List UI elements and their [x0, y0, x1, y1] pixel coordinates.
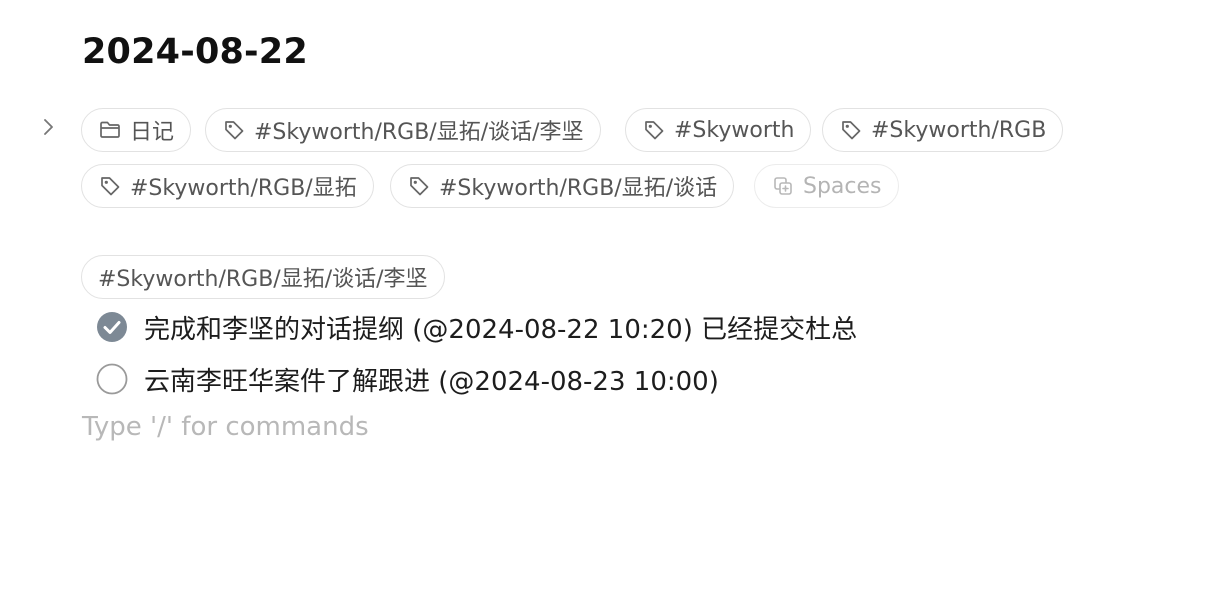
chip-label: #Skyworth/RGB/显拓: [130, 176, 357, 201]
checked-circle-icon: [97, 312, 127, 342]
chip-label: #Skyworth: [674, 117, 795, 143]
chip-tag-skyworth-rgb-xiantuo-talk[interactable]: #Skyworth/RGB/显拓/谈话: [390, 164, 735, 208]
chip-label: Spaces: [803, 173, 882, 199]
expand-properties-toggle[interactable]: [38, 115, 60, 139]
task-text[interactable]: 完成和李坚的对话提纲 (@2024-08-22 10:20) 已经提交杜总: [144, 309, 857, 346]
chip-tag-skyworth[interactable]: #Skyworth: [625, 108, 812, 152]
task-checkbox-checked[interactable]: [96, 311, 128, 343]
task-checkbox-unchecked[interactable]: [96, 363, 128, 395]
chip-label: #Skyworth/RGB: [871, 117, 1047, 143]
tag-icon: [839, 118, 863, 142]
command-input-placeholder[interactable]: Type '/' for commands: [82, 412, 369, 442]
task-text[interactable]: 云南李旺华案件了解跟进 (@2024-08-23 10:00): [144, 361, 719, 398]
chip-tag-skyworth-rgb-xiantuo[interactable]: #Skyworth/RGB/显拓: [81, 164, 374, 208]
page-title[interactable]: 2024-08-22: [82, 32, 308, 72]
note-page: 2024-08-22 日记 #Skyworth/RGB/显拓/谈话/李坚 #Sk…: [0, 0, 1208, 602]
task-item: 云南李旺华案件了解跟进 (@2024-08-23 10:00): [96, 361, 719, 398]
tag-icon: [98, 174, 122, 198]
spaces-icon: [771, 174, 795, 198]
folder-icon: [98, 118, 122, 142]
inline-tag[interactable]: #Skyworth/RGB/显拓/谈话/李坚: [81, 255, 445, 299]
empty-circle-icon: [96, 363, 128, 395]
chip-tag-skyworth-rgb-xiantuo-talk-lijian[interactable]: #Skyworth/RGB/显拓/谈话/李坚: [205, 108, 601, 152]
chevron-right-icon: [44, 119, 53, 135]
chip-add-spaces[interactable]: Spaces: [754, 164, 899, 208]
tag-icon: [407, 174, 431, 198]
chip-tag-skyworth-rgb[interactable]: #Skyworth/RGB: [822, 108, 1064, 152]
chip-label: #Skyworth/RGB/显拓/谈话/李坚: [254, 120, 584, 145]
tag-icon: [222, 118, 246, 142]
tag-icon: [642, 118, 666, 142]
chip-folder-diary[interactable]: 日记: [81, 108, 192, 152]
task-item: 完成和李坚的对话提纲 (@2024-08-22 10:20) 已经提交杜总: [96, 309, 857, 346]
chip-label: #Skyworth/RGB/显拓/谈话: [439, 176, 718, 201]
chip-label: 日记: [130, 120, 175, 145]
